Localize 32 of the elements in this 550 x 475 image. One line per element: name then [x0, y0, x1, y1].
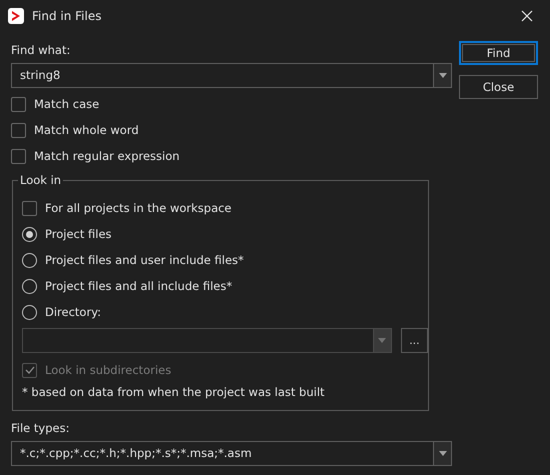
checkbox[interactable]: [11, 148, 26, 164]
radio-label: Project files and all include files*: [45, 279, 232, 293]
footnote-text: * based on data from when the project was last built: [22, 385, 326, 399]
dropdown-arrow-icon: [378, 338, 386, 343]
radio-button[interactable]: [22, 278, 37, 294]
close-dialog-button[interactable]: Close: [459, 75, 538, 99]
window-title: Find in Files: [32, 9, 102, 23]
radio-button[interactable]: [22, 304, 37, 320]
checkbox-label: Look in subdirectories: [45, 363, 172, 377]
dropdown-arrow-icon: [438, 73, 446, 78]
checkbox[interactable]: [11, 122, 26, 138]
check-icon: [24, 366, 34, 374]
file-types-field[interactable]: *.c;*.cpp;*.cc;*.h;*.hpp;*.s*;*.msa;*.asm: [11, 441, 452, 466]
radio-label: Project files: [45, 227, 112, 241]
find-button[interactable]: Find: [459, 41, 538, 65]
field-label: File types:: [11, 420, 70, 436]
close-icon: [521, 10, 533, 22]
app-logo-icon: [8, 8, 24, 24]
search-field[interactable]: string8: [11, 63, 452, 88]
browse-button[interactable]: ...: [400, 328, 428, 353]
radio-label: Project files and user include files*: [45, 253, 244, 267]
dropdown-arrow-icon: [438, 451, 446, 456]
radio-label: Directory:: [45, 305, 102, 319]
checkbox-label: Match case: [34, 97, 100, 111]
radio-button[interactable]: [22, 226, 37, 242]
field-label: Find what:: [11, 42, 72, 58]
checkbox[interactable]: [11, 96, 26, 112]
checkbox[interactable]: [22, 200, 37, 216]
radio-button[interactable]: [22, 252, 37, 268]
checkbox-label: Match whole word: [34, 123, 139, 137]
checkbox-label: Match regular expression: [34, 149, 180, 163]
checkbox-label: For all projects in the workspace: [45, 201, 232, 215]
